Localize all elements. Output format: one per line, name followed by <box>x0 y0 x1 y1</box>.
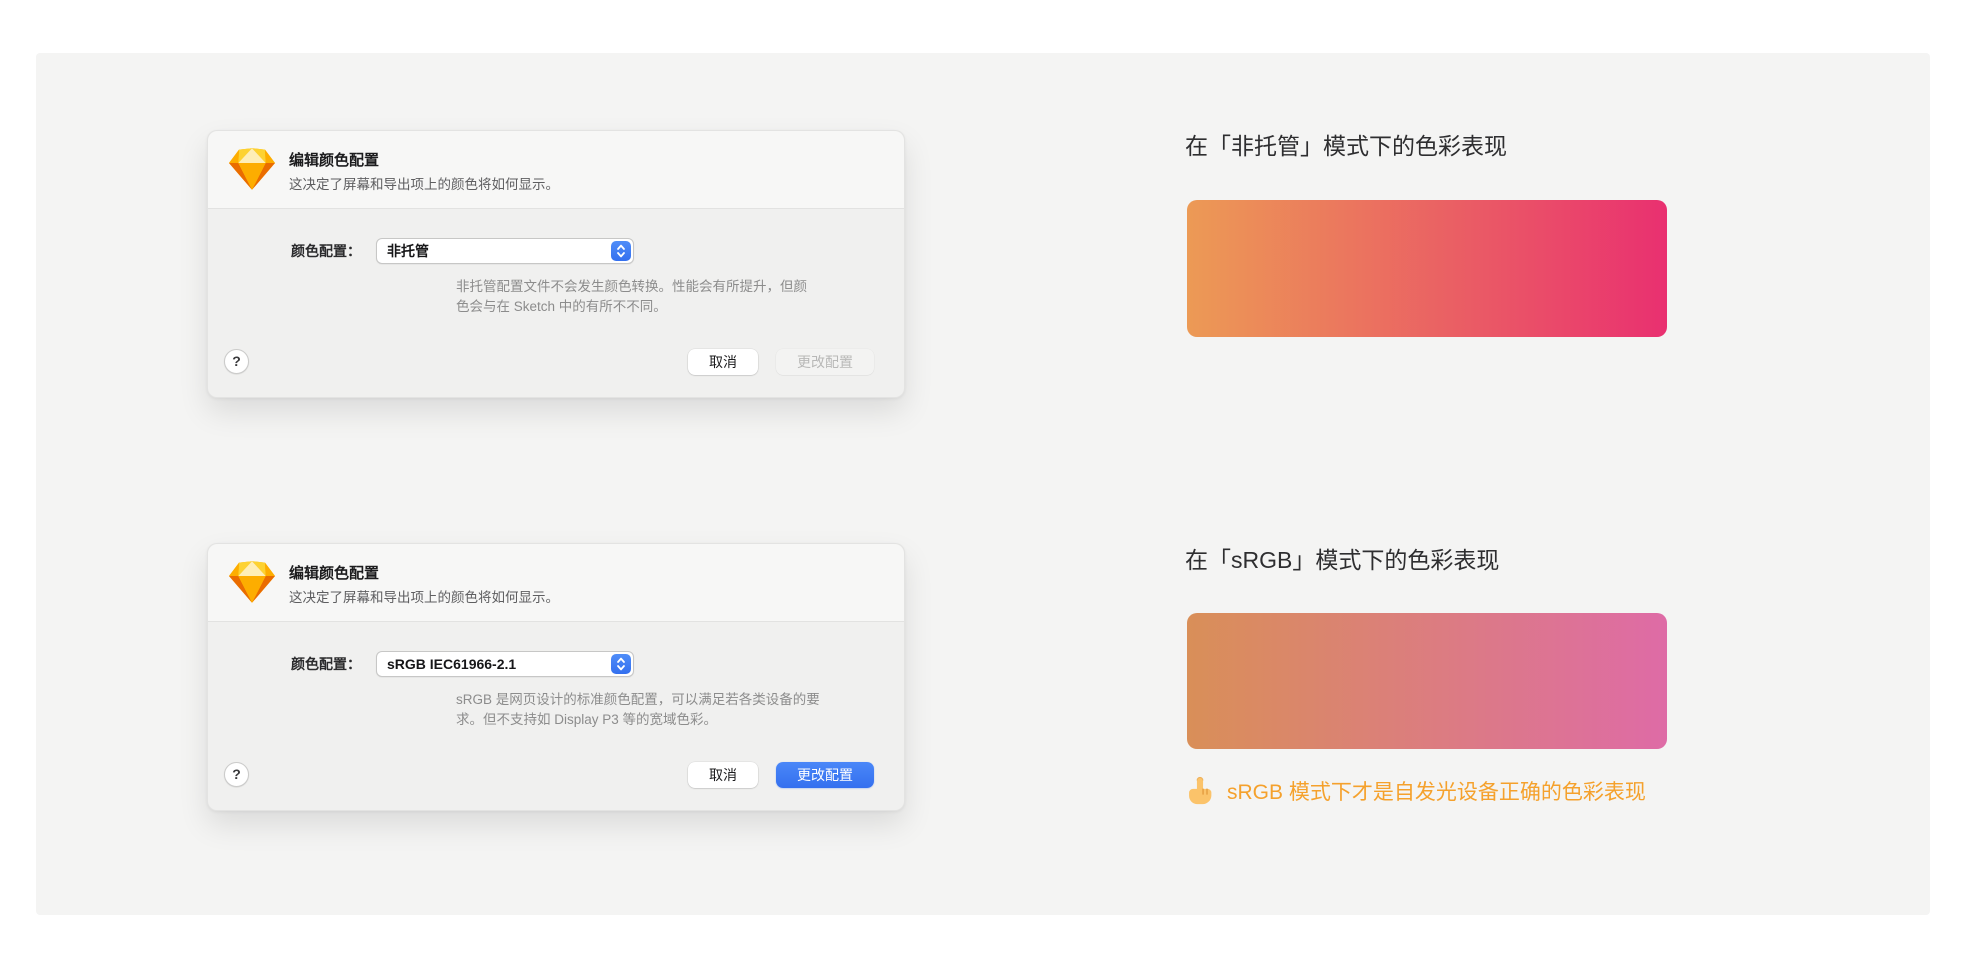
description-line: 色会与在 Sketch 中的有所不不同。 <box>456 299 667 314</box>
profile-description: sRGB 是网页设计的标准颜色配置，可以满足若各类设备的要求。但不支持如 Dis… <box>456 690 916 731</box>
dialog-subtitle: 这决定了屏幕和导出项上的颜色将如何显示。 <box>289 586 559 606</box>
description-line: sRGB 是网页设计的标准颜色配置，可以满足若各类设备的要 <box>456 692 820 707</box>
dialog-header: 编辑颜色配置 这决定了屏幕和导出项上的颜色将如何显示。 <box>208 131 904 209</box>
color-profile-field-label: 颜色配置： <box>208 651 361 677</box>
cancel-button[interactable]: 取消 <box>688 349 758 375</box>
unmanaged-mode-heading: 在「非托管」模式下的色彩表现 <box>1185 127 1507 161</box>
note-text: sRGB 模式下才是自发光设备正确的色彩表现 <box>1227 776 1646 806</box>
change-profile-button[interactable]: 更改配置 <box>776 762 874 788</box>
profile-description: 非托管配置文件不会发生颜色转换。性能会有所提升，但颜色会与在 Sketch 中的… <box>456 277 916 318</box>
sketch-diamond-icon <box>229 561 275 603</box>
description-line: 非托管配置文件不会发生颜色转换。性能会有所提升，但颜 <box>456 279 807 294</box>
dialog-subtitle: 这决定了屏幕和导出项上的颜色将如何显示。 <box>289 173 559 193</box>
color-profile-field-label: 颜色配置： <box>208 238 361 264</box>
color-profile-dropdown[interactable]: 非托管 <box>376 238 634 264</box>
dropdown-selected-value: 非托管 <box>387 239 429 263</box>
unmanaged-gradient-swatch <box>1187 200 1667 337</box>
srgb-gradient-swatch <box>1187 613 1667 749</box>
description-line: 求。但不支持如 Display P3 等的宽域色彩。 <box>456 712 717 727</box>
cancel-button[interactable]: 取消 <box>688 762 758 788</box>
page-canvas: 编辑颜色配置 这决定了屏幕和导出项上的颜色将如何显示。 颜色配置： 非托管 非托… <box>0 0 1966 958</box>
srgb-note: sRGB 模式下才是自发光设备正确的色彩表现 <box>1186 776 1646 806</box>
color-profile-dialog-srgb: 编辑颜色配置 这决定了屏幕和导出项上的颜色将如何显示。 颜色配置： sRGB I… <box>207 543 905 811</box>
color-profile-dialog-unmanaged: 编辑颜色配置 这决定了屏幕和导出项上的颜色将如何显示。 颜色配置： 非托管 非托… <box>207 130 905 398</box>
dialog-header: 编辑颜色配置 这决定了屏幕和导出项上的颜色将如何显示。 <box>208 544 904 622</box>
pointing-up-hand-icon <box>1186 776 1214 806</box>
dialog-title: 编辑颜色配置 <box>289 149 379 170</box>
dialog-title: 编辑颜色配置 <box>289 562 379 583</box>
change-profile-button[interactable]: 更改配置 <box>776 349 874 375</box>
srgb-mode-heading: 在「sRGB」模式下的色彩表现 <box>1185 541 1499 575</box>
help-button[interactable]: ? <box>224 349 249 374</box>
color-profile-dropdown[interactable]: sRGB IEC61966-2.1 <box>376 651 634 677</box>
dropdown-selected-value: sRGB IEC61966-2.1 <box>387 652 516 676</box>
sketch-diamond-icon <box>229 148 275 190</box>
help-button[interactable]: ? <box>224 762 249 787</box>
dropdown-stepper-icon <box>611 241 631 261</box>
dialog-actions: 取消 更改配置 <box>688 349 874 375</box>
dropdown-stepper-icon <box>611 654 631 674</box>
dialog-actions: 取消 更改配置 <box>688 762 874 788</box>
